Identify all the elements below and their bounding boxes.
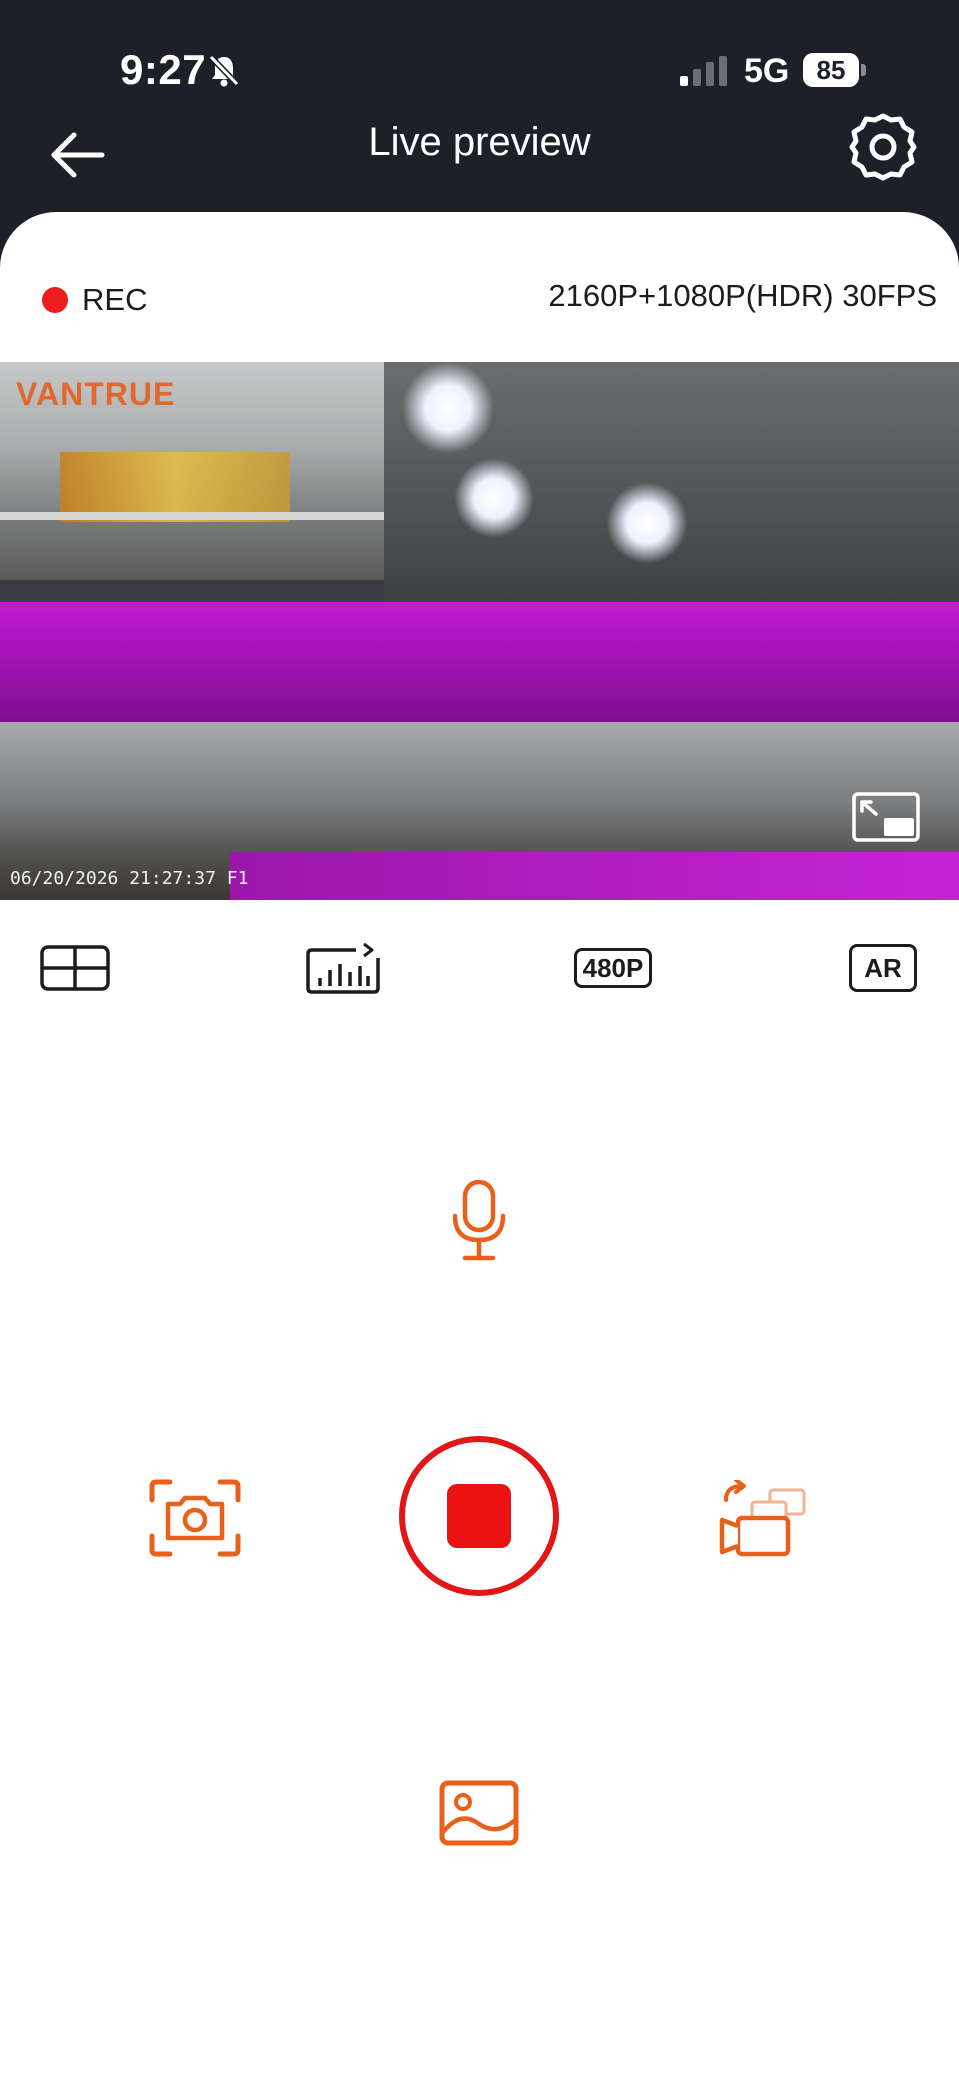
layout-toggle-button[interactable] (38, 938, 112, 998)
ceiling-light (454, 458, 534, 538)
battery-nub (861, 64, 866, 76)
content-sheet: REC 2160P+1080P(HDR) 30FPS VANTRUE 06/20… (0, 212, 959, 2084)
gear-icon[interactable] (848, 112, 918, 182)
rec-indicator: REC (42, 280, 147, 320)
quality-button[interactable]: 480P (573, 938, 653, 998)
ceiling-light (606, 482, 688, 564)
ceiling-light (402, 362, 494, 454)
gallery-icon[interactable] (439, 1780, 519, 1846)
stop-record-icon (447, 1484, 511, 1548)
video-timestamp: 06/20/2026 21:27:37 F1 (10, 868, 249, 889)
ar-label: AR (849, 944, 917, 992)
microphone-icon[interactable] (449, 1180, 509, 1262)
signal-bars-icon (306, 942, 380, 994)
live-camera-feed[interactable]: VANTRUE 06/20/2026 21:27:37 F1 (0, 362, 959, 900)
brand-watermark: VANTRUE (16, 376, 176, 412)
network-type: 5G (744, 52, 790, 90)
battery-level: 85 (803, 53, 859, 87)
rec-label: REC (82, 282, 148, 317)
rec-dot (42, 287, 68, 313)
bitrate-button[interactable] (306, 938, 380, 998)
status-time: 9:27 (120, 46, 207, 93)
status-bar: 9:27 5G 85 (0, 0, 959, 120)
stop-record-button[interactable] (399, 1436, 559, 1596)
switch-camera-icon[interactable] (716, 1480, 808, 1558)
battery-icon: 85 (803, 53, 869, 87)
signal-icon (680, 56, 727, 86)
cabin-camera-view (384, 362, 959, 602)
bell-slash-icon (208, 54, 240, 87)
quality-label: 480P (573, 948, 653, 988)
ar-button[interactable]: AR (846, 938, 920, 998)
camera-snapshot-icon[interactable] (148, 1478, 242, 1558)
railing (0, 512, 384, 520)
grid-layout-icon (40, 945, 110, 991)
page-title: Live preview (368, 120, 591, 164)
resolution-label: 2160P+1080P(HDR) 30FPS (548, 278, 937, 313)
fullscreen-exit-icon[interactable] (852, 792, 920, 842)
hdr-color-band (0, 602, 959, 722)
hdr-color-band-lower (230, 852, 959, 900)
